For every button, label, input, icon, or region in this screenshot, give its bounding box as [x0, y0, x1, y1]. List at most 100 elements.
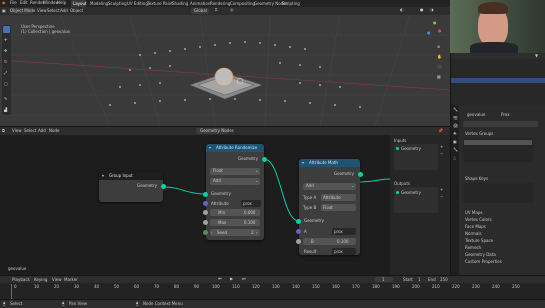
select-tool-button[interactable]: [3, 26, 10, 33]
jump-start-icon[interactable]: ⏮: [218, 277, 222, 281]
tab-uv-editing[interactable]: UV Editing: [127, 2, 148, 6]
section-geometry-data[interactable]: Geometry Data: [465, 253, 496, 257]
rotate-tool-icon[interactable]: ↻: [4, 60, 7, 64]
measure-tool-icon[interactable]: ▟: [4, 108, 7, 112]
node-menu-node[interactable]: Node: [49, 129, 59, 133]
playhead[interactable]: [11, 284, 12, 299]
zoom-icon[interactable]: ⊕: [437, 45, 440, 49]
collapse-icon[interactable]: ▾: [209, 146, 211, 150]
props-data-name-field[interactable]: [463, 121, 538, 127]
timeline-menu-keying[interactable]: Keying: [34, 278, 47, 282]
section-custom-properties[interactable]: Custom Properties: [465, 260, 502, 264]
sphere-object[interactable]: [214, 67, 234, 87]
menu-file[interactable]: File: [10, 1, 17, 5]
math-b-socket[interactable]: [296, 239, 301, 244]
shading-render-icon[interactable]: ◑: [430, 8, 434, 12]
menu-edit[interactable]: Edit: [20, 1, 28, 5]
viewport-menu-view[interactable]: View: [37, 9, 47, 13]
section-face-maps[interactable]: Face Maps: [465, 225, 486, 229]
timeline-menu-view[interactable]: View: [52, 278, 62, 282]
proportional-edit-icon[interactable]: ◎: [230, 8, 234, 12]
node-editor-canvas[interactable]: ▾ Group Input Geometry ▾ Attribute Rando…: [0, 135, 450, 275]
object-tab-icon[interactable]: ▣: [453, 140, 457, 144]
randomize-attribute-socket[interactable]: [203, 201, 208, 206]
section-remesh[interactable]: Remesh: [465, 246, 481, 250]
section-vertex-colors[interactable]: Vertex Colors: [465, 218, 492, 222]
pan-icon[interactable]: ✋: [437, 55, 442, 59]
add-input-icon[interactable]: +: [440, 145, 443, 149]
move-tool-icon[interactable]: ✥: [4, 49, 7, 53]
transform-tool-icon[interactable]: ▢: [4, 82, 8, 86]
tab-rendering[interactable]: Rendering: [210, 2, 230, 6]
section-normals[interactable]: Normals: [465, 232, 482, 236]
node-menu-add[interactable]: Add: [38, 129, 46, 133]
decrement-icon[interactable]: ‹: [211, 231, 213, 235]
viewport-3d[interactable]: User Perspective (1) Collection | geoval…: [0, 15, 450, 126]
render-tab-icon[interactable]: 📷: [453, 116, 458, 120]
tab-modeling[interactable]: Modeling: [90, 2, 108, 6]
tab-animation[interactable]: Animation: [190, 2, 210, 6]
attribute-math-node[interactable]: ▾ Attribute Math Geometry Add ⌄ Type A A…: [296, 159, 363, 255]
group-input-node[interactable]: ▾ Group Input Geometry: [99, 172, 166, 202]
scale-tool-icon[interactable]: ⤢: [4, 71, 7, 75]
shape-keys-list[interactable]: [463, 183, 533, 203]
add-output-icon[interactable]: +: [440, 188, 443, 192]
scene-tab-icon[interactable]: ☘: [453, 132, 457, 136]
remove-output-icon[interactable]: −: [440, 195, 443, 199]
inputs-geometry-item[interactable]: Geometry: [401, 147, 421, 151]
tab-texture-paint[interactable]: Texture Paint: [147, 2, 173, 6]
perspective-toggle-icon[interactable]: ▦: [437, 75, 441, 79]
pin-icon[interactable]: 📌: [438, 129, 443, 133]
output-tab-icon[interactable]: 🖨: [453, 124, 458, 128]
node-editor-type-icon[interactable]: ⧉: [2, 129, 5, 133]
outputs-geometry-item[interactable]: Geometry: [401, 191, 421, 195]
tab-shading[interactable]: Shading: [172, 2, 188, 6]
viewport-menu-select[interactable]: Select: [47, 9, 59, 13]
tab-sculpting[interactable]: Sculpting: [108, 2, 127, 6]
remove-input-icon[interactable]: −: [440, 152, 443, 156]
section-texture-space[interactable]: Texture Space: [465, 239, 493, 243]
play-icon[interactable]: ▶: [230, 277, 233, 281]
camera-view-icon[interactable]: 🎥: [437, 65, 442, 69]
collapse-icon[interactable]: ▾: [302, 161, 304, 165]
shading-solid-icon[interactable]: ●: [420, 8, 424, 12]
randomize-geometry-out-socket[interactable]: [262, 157, 267, 162]
blender-logo-icon[interactable]: ◉: [2, 1, 6, 5]
attribute-randomize-node[interactable]: ▾ Attribute Randomize Geometry Float ⌄ A…: [203, 144, 267, 240]
section-uv-maps[interactable]: UV Maps: [465, 211, 482, 215]
timeline[interactable]: Playback Keying View Marker ⏮ ▶ ⏭ 1 Star…: [0, 275, 545, 300]
group-input-geometry-socket[interactable]: [161, 184, 166, 189]
outliner-row-selected[interactable]: [451, 78, 545, 83]
attribute-randomize-header[interactable]: ▾ Attribute Randomize: [206, 144, 264, 152]
randomize-min-socket[interactable]: [203, 210, 208, 215]
editor-type-icon[interactable]: ▣: [2, 9, 6, 13]
math-geometry-out-socket[interactable]: [358, 172, 363, 177]
math-geometry-in-socket[interactable]: [296, 219, 301, 224]
overlays-icon[interactable]: ◐: [400, 8, 404, 12]
randomize-seed-socket[interactable]: [203, 230, 208, 235]
modifier-tab-icon[interactable]: 🔧: [453, 148, 458, 152]
randomize-max-socket[interactable]: [203, 220, 208, 225]
start-value[interactable]: 1: [418, 278, 421, 282]
collapse-icon[interactable]: ▾: [102, 174, 104, 178]
increment-icon[interactable]: ›: [256, 231, 258, 235]
filter-icon[interactable]: ▼: [535, 54, 538, 58]
timeline-menu-marker[interactable]: Marker: [64, 278, 78, 282]
tool-tab-icon[interactable]: 🔧: [453, 108, 458, 112]
node-menu-view[interactable]: View: [12, 129, 22, 133]
randomize-geometry-in-socket[interactable]: [203, 192, 208, 197]
data-tab-icon[interactable]: △: [453, 156, 456, 160]
tab-scripting[interactable]: Scripting: [282, 2, 300, 6]
section-shape-keys[interactable]: Shape Keys: [465, 177, 488, 181]
timeline-menu-playback[interactable]: Playback: [12, 278, 30, 282]
vertex-group-row[interactable]: [464, 140, 532, 145]
viewport-menu-add[interactable]: Add: [60, 9, 68, 13]
tab-compositing[interactable]: Compositing: [230, 2, 255, 6]
snap-icon[interactable]: ⌗: [215, 8, 217, 12]
menu-help[interactable]: Help: [57, 1, 66, 5]
group-input-header[interactable]: ▾ Group Input: [99, 172, 163, 180]
section-vertex-groups[interactable]: Vertex Groups: [465, 132, 493, 136]
cursor-tool-icon[interactable]: ✛: [4, 38, 7, 42]
attribute-math-header[interactable]: ▾ Attribute Math: [299, 159, 360, 167]
end-value[interactable]: 250: [440, 278, 448, 282]
